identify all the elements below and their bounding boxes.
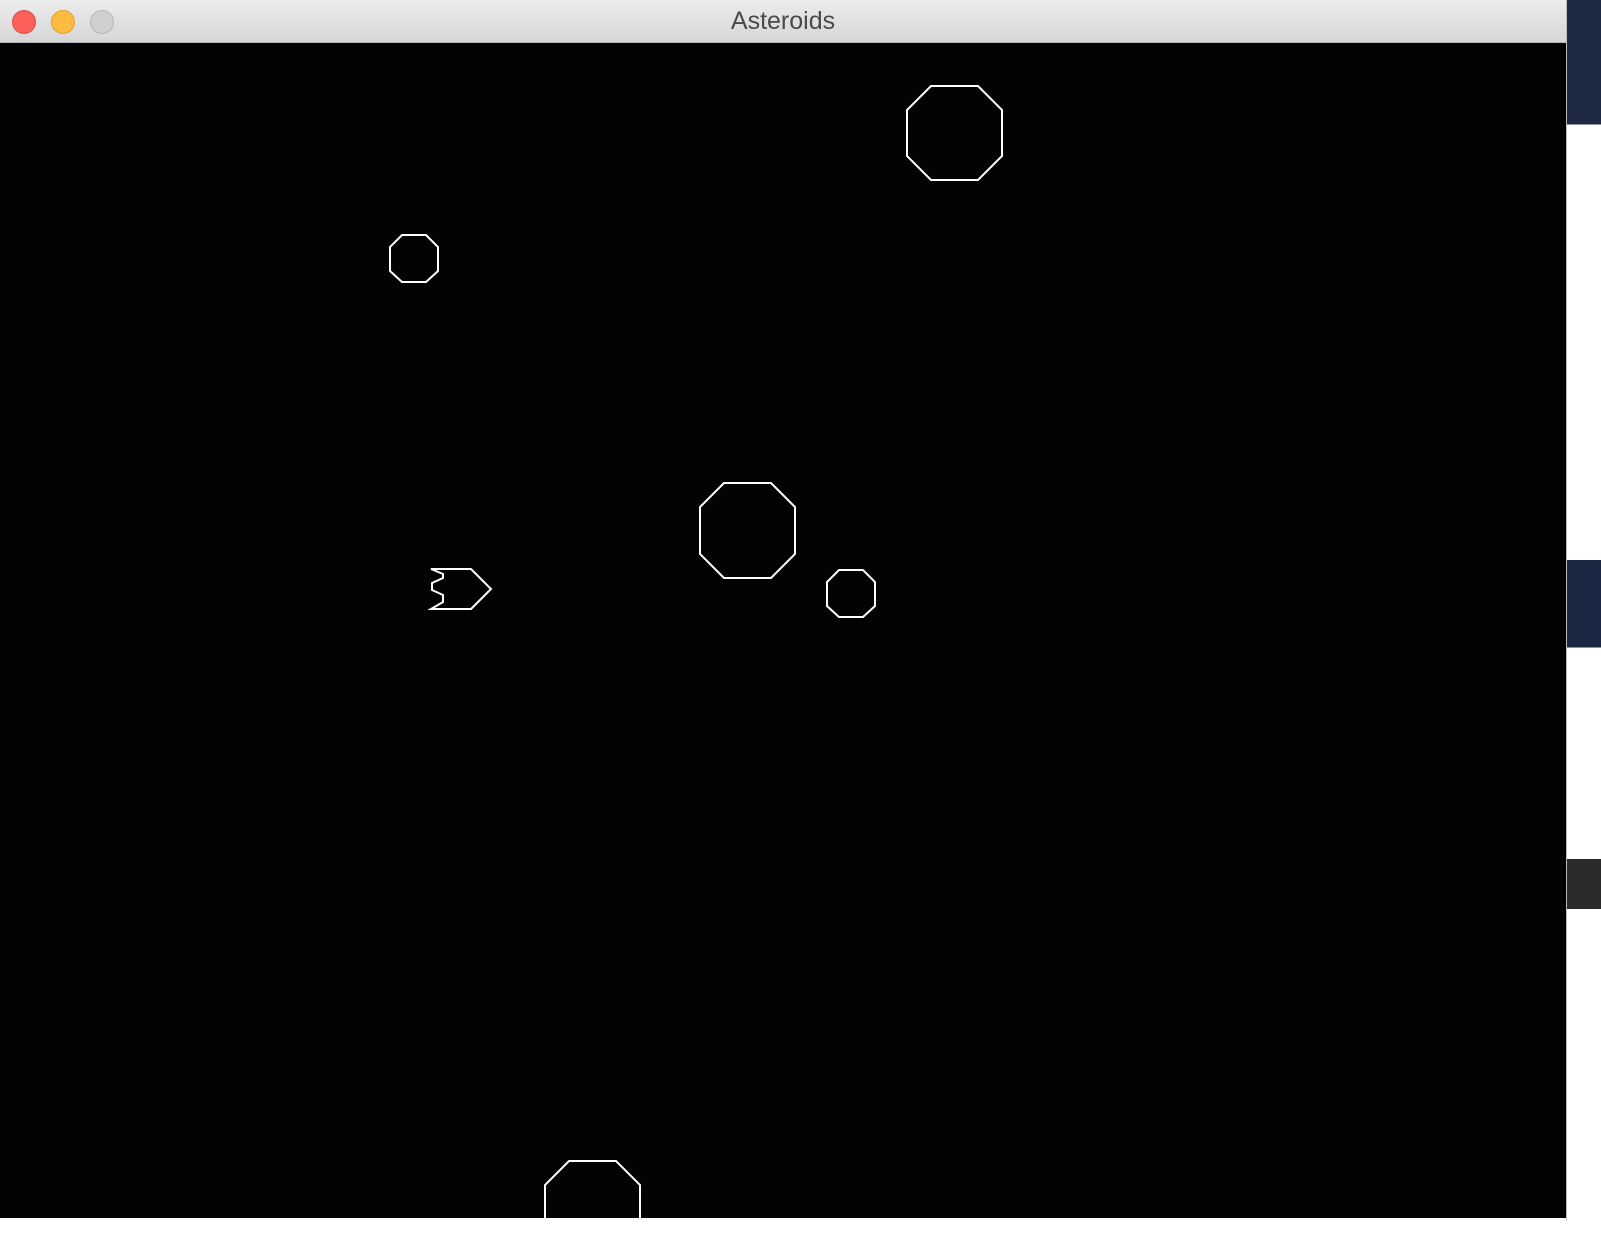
asteroid-small bbox=[389, 234, 439, 283]
asteroid-large bbox=[544, 1160, 641, 1218]
game-window: Asteroids bbox=[0, 0, 1566, 1220]
desktop-background bbox=[1566, 0, 1601, 1245]
window-bottom-edge bbox=[0, 1218, 1566, 1245]
asteroid-large bbox=[699, 482, 796, 579]
title-bar[interactable]: Asteroids bbox=[0, 0, 1566, 43]
player-ship bbox=[427, 568, 493, 610]
window-title: Asteroids bbox=[730, 7, 836, 35]
asteroid-small bbox=[826, 569, 876, 618]
game-canvas[interactable] bbox=[0, 43, 1564, 1218]
asteroid-large bbox=[906, 85, 1003, 181]
playfield bbox=[389, 85, 1003, 1218]
